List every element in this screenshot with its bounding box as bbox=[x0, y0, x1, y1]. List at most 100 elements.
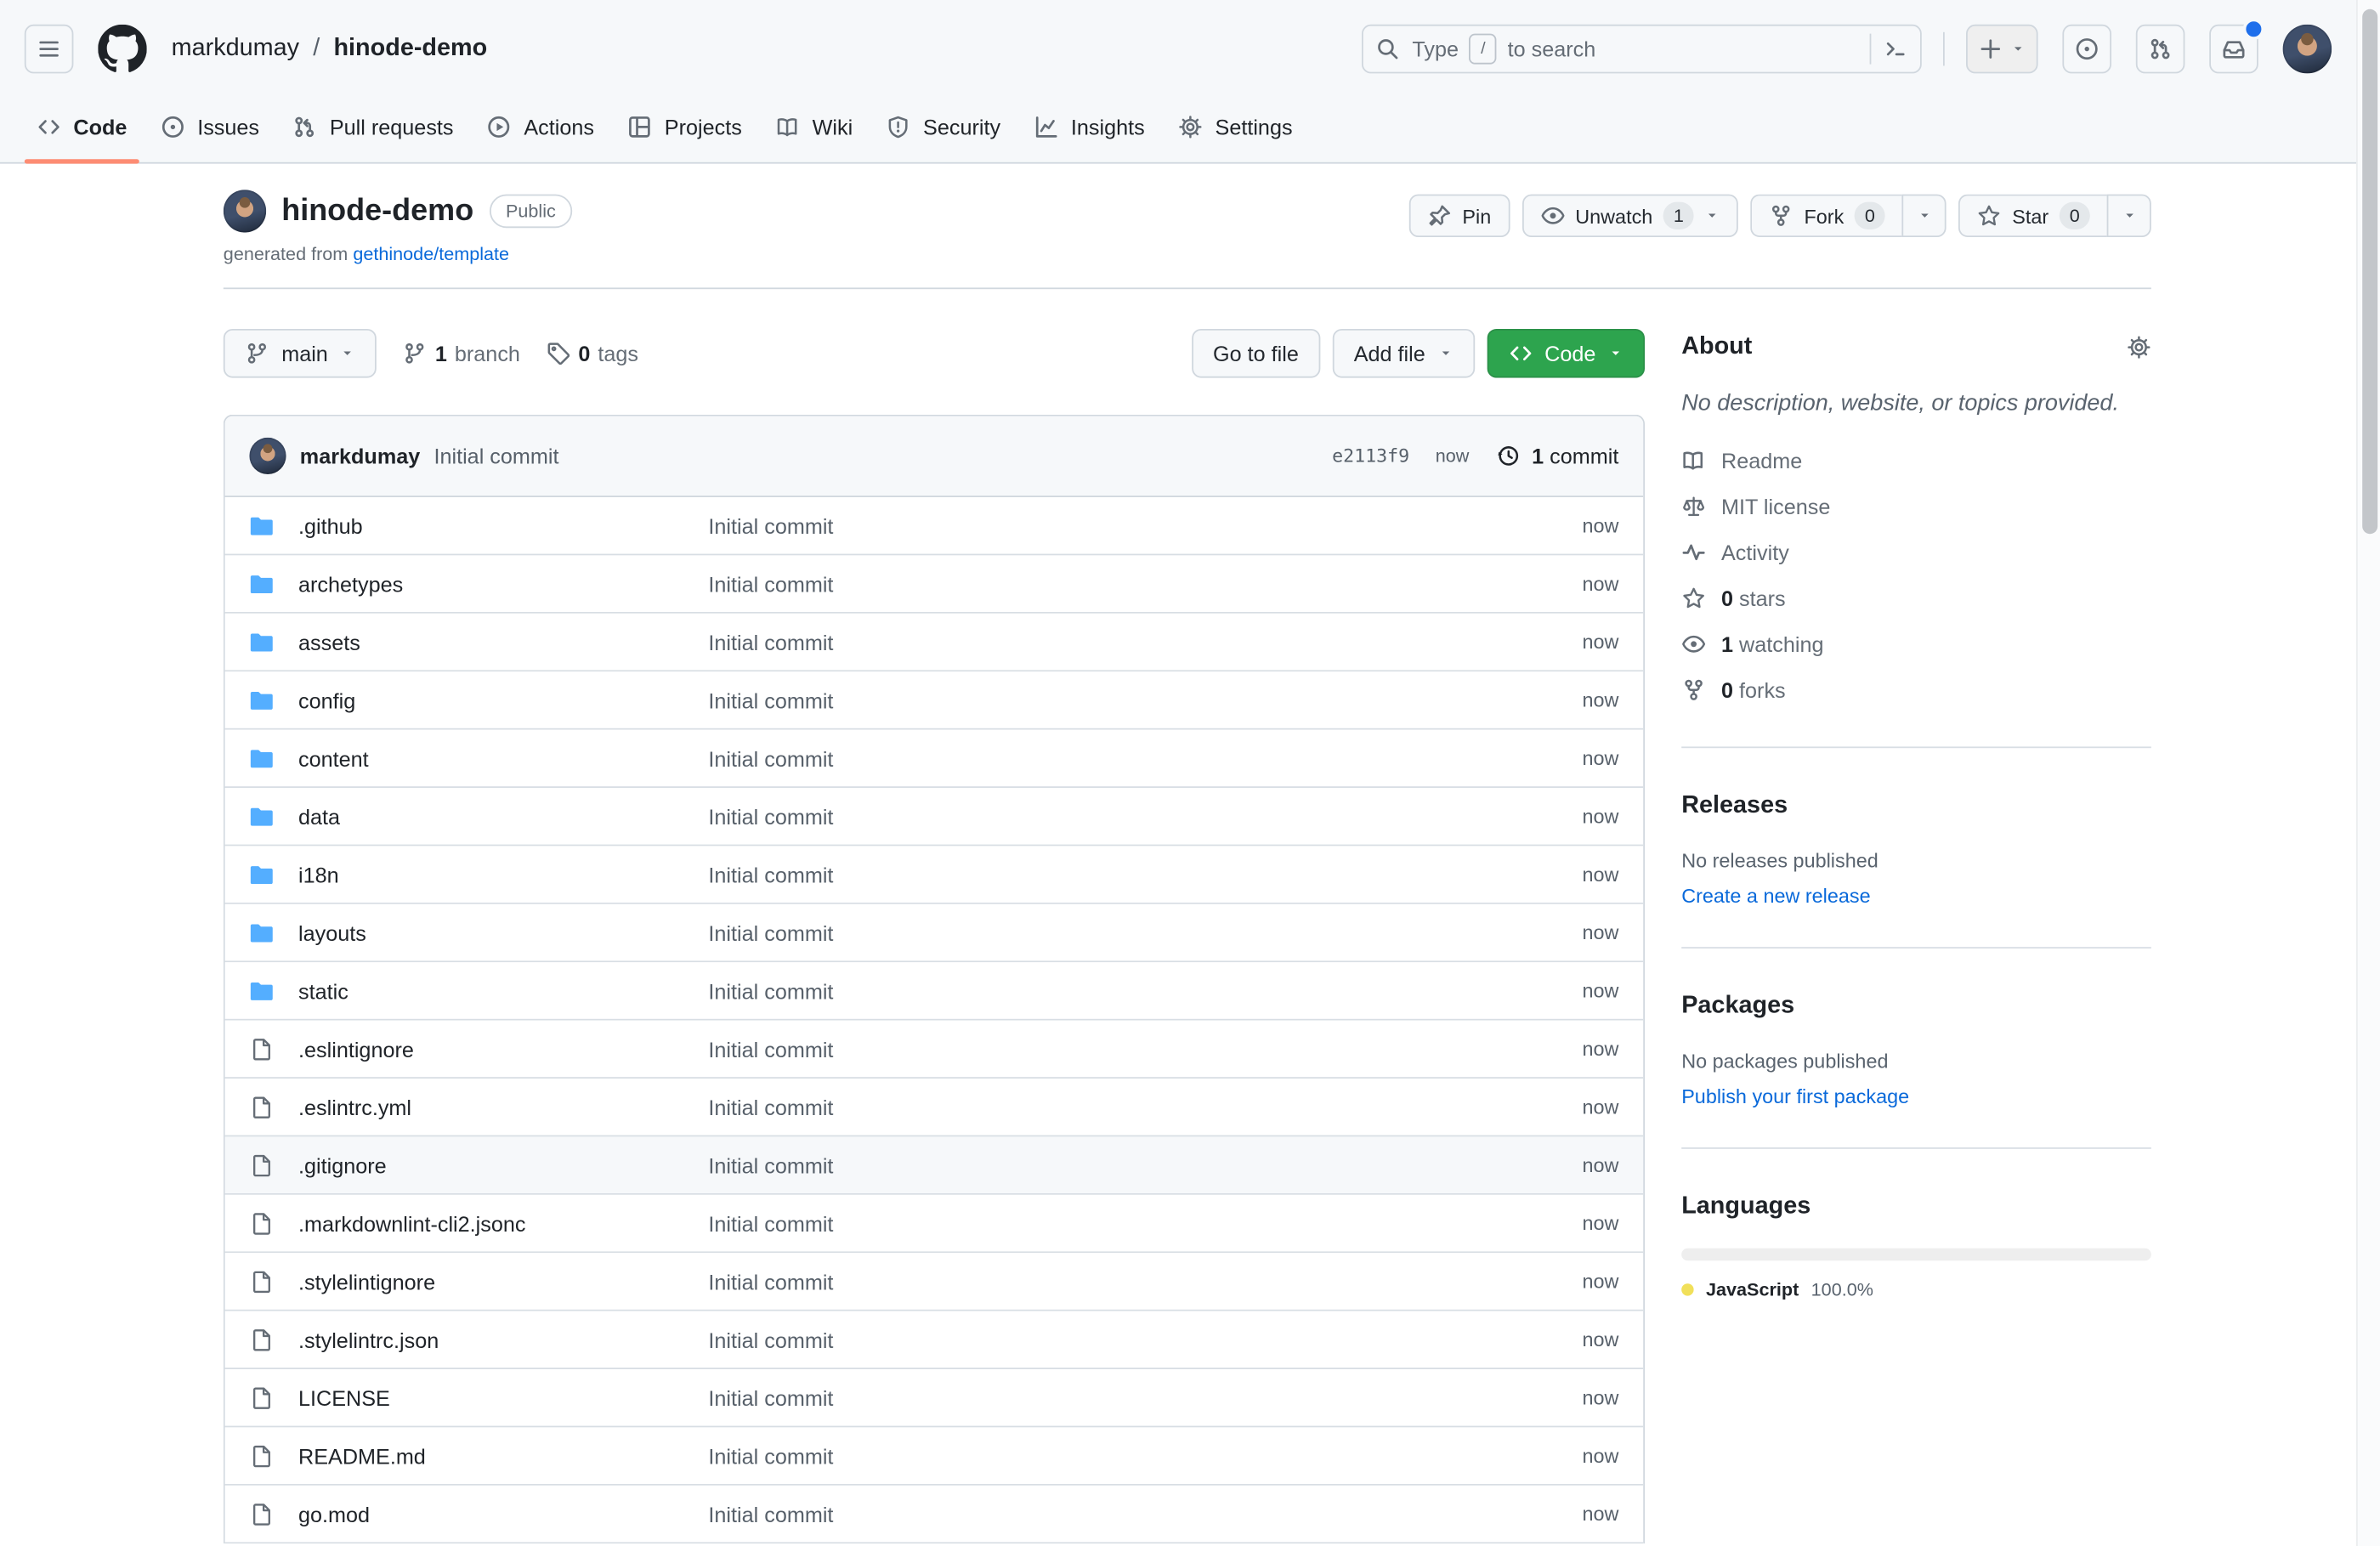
file-commit-message-link[interactable]: Initial commit bbox=[708, 1502, 1557, 1526]
file-name-link[interactable]: .stylelintignore bbox=[298, 1269, 684, 1294]
star-button[interactable]: Star 0 bbox=[1958, 195, 2106, 237]
file-age-link[interactable]: now bbox=[1582, 1096, 1618, 1118]
file-age-link[interactable]: now bbox=[1582, 514, 1618, 537]
table-row[interactable]: archetypes Initial commit now bbox=[225, 555, 1644, 613]
repo-nav-tab[interactable]: Wiki bbox=[763, 115, 865, 162]
file-name-link[interactable]: assets bbox=[298, 630, 684, 654]
branch-selector[interactable]: main bbox=[224, 329, 377, 378]
file-age-link[interactable]: now bbox=[1582, 1153, 1618, 1176]
command-palette-button[interactable] bbox=[1870, 34, 1908, 65]
file-name-link[interactable]: LICENSE bbox=[298, 1385, 684, 1410]
branches-link[interactable]: 1 branch bbox=[403, 341, 520, 365]
repo-nav-tab[interactable]: Actions bbox=[475, 115, 607, 162]
file-commit-message-link[interactable]: Initial commit bbox=[708, 978, 1557, 1003]
file-commit-message-link[interactable]: Initial commit bbox=[708, 804, 1557, 829]
scrollbar-thumb[interactable] bbox=[2362, 9, 2377, 534]
about-item[interactable]: Readme bbox=[1681, 444, 2151, 478]
tags-link[interactable]: 0 tags bbox=[547, 341, 638, 365]
file-name-link[interactable]: go.mod bbox=[298, 1502, 684, 1526]
about-item[interactable]: 1 watching bbox=[1681, 627, 2151, 661]
file-name-link[interactable]: archetypes bbox=[298, 571, 684, 596]
table-row[interactable]: go.mod Initial commit now bbox=[225, 1486, 1644, 1543]
file-commit-message-link[interactable]: Initial commit bbox=[708, 1328, 1557, 1352]
file-name-link[interactable]: layouts bbox=[298, 920, 684, 945]
page-scrollbar[interactable] bbox=[2356, 0, 2380, 1546]
file-name-link[interactable]: .eslintrc.yml bbox=[298, 1095, 684, 1119]
table-row[interactable]: .stylelintrc.json Initial commit now bbox=[225, 1311, 1644, 1369]
star-dropdown-button[interactable] bbox=[2107, 195, 2151, 237]
publish-package-link[interactable]: Publish your first package bbox=[1681, 1084, 2151, 1107]
file-age-link[interactable]: now bbox=[1582, 688, 1618, 711]
table-row[interactable]: content Initial commit now bbox=[225, 730, 1644, 788]
table-row[interactable]: LICENSE Initial commit now bbox=[225, 1369, 1644, 1427]
commit-sha-link[interactable]: e2113f9 bbox=[1332, 445, 1409, 467]
file-commit-message-link[interactable]: Initial commit bbox=[708, 1037, 1557, 1062]
template-link[interactable]: gethinode/template bbox=[353, 243, 509, 264]
file-age-link[interactable]: now bbox=[1582, 1444, 1618, 1467]
file-age-link[interactable]: now bbox=[1582, 921, 1618, 944]
repo-nav-tab[interactable]: Security bbox=[874, 115, 1012, 162]
fork-dropdown-button[interactable] bbox=[1902, 195, 1946, 237]
file-age-link[interactable]: now bbox=[1582, 572, 1618, 595]
file-commit-message-link[interactable]: Initial commit bbox=[708, 1385, 1557, 1410]
fork-button[interactable]: Fork 0 bbox=[1750, 195, 1901, 237]
file-name-link[interactable]: .gitignore bbox=[298, 1152, 684, 1177]
file-age-link[interactable]: now bbox=[1582, 1386, 1618, 1409]
file-commit-message-link[interactable]: Initial commit bbox=[708, 513, 1557, 538]
create-release-link[interactable]: Create a new release bbox=[1681, 884, 2151, 907]
file-name-link[interactable]: content bbox=[298, 746, 684, 771]
hamburger-menu-button[interactable] bbox=[25, 25, 74, 74]
table-row[interactable]: .github Initial commit now bbox=[225, 497, 1644, 555]
table-row[interactable]: .markdownlint-cli2.jsonc Initial commit … bbox=[225, 1195, 1644, 1253]
file-age-link[interactable]: now bbox=[1582, 1328, 1618, 1351]
pin-button[interactable]: Pin bbox=[1408, 195, 1509, 237]
table-row[interactable]: assets Initial commit now bbox=[225, 614, 1644, 671]
file-age-link[interactable]: now bbox=[1582, 631, 1618, 654]
file-commit-message-link[interactable]: Initial commit bbox=[708, 746, 1557, 771]
file-name-link[interactable]: data bbox=[298, 804, 684, 829]
table-row[interactable]: .eslintignore Initial commit now bbox=[225, 1021, 1644, 1079]
table-row[interactable]: .stylelintignore Initial commit now bbox=[225, 1253, 1644, 1311]
file-commit-message-link[interactable]: Initial commit bbox=[708, 688, 1557, 712]
about-item[interactable]: MIT license bbox=[1681, 490, 2151, 524]
commit-message-link[interactable]: Initial commit bbox=[434, 444, 558, 468]
file-age-link[interactable]: now bbox=[1582, 805, 1618, 828]
breadcrumb-owner-link[interactable]: markdumay bbox=[172, 35, 299, 62]
table-row[interactable]: .eslintrc.yml Initial commit now bbox=[225, 1079, 1644, 1136]
repo-nav-tab[interactable]: Settings bbox=[1166, 115, 1305, 162]
edit-repo-details-button[interactable] bbox=[2127, 335, 2151, 360]
file-commit-message-link[interactable]: Initial commit bbox=[708, 862, 1557, 886]
file-age-link[interactable]: now bbox=[1582, 1037, 1618, 1060]
file-age-link[interactable]: now bbox=[1582, 979, 1618, 1002]
file-commit-message-link[interactable]: Initial commit bbox=[708, 920, 1557, 945]
commit-author-link[interactable]: markdumay bbox=[300, 444, 420, 468]
table-row[interactable]: data Initial commit now bbox=[225, 788, 1644, 846]
about-item[interactable]: 0 stars bbox=[1681, 581, 2151, 615]
file-age-link[interactable]: now bbox=[1582, 1270, 1618, 1293]
file-age-link[interactable]: now bbox=[1582, 863, 1618, 886]
repo-nav-tab[interactable]: Code bbox=[25, 115, 139, 162]
unwatch-button[interactable]: Unwatch 1 bbox=[1522, 195, 1738, 237]
create-new-button[interactable] bbox=[1966, 25, 2038, 74]
goto-file-button[interactable]: Go to file bbox=[1192, 329, 1320, 378]
file-commit-message-link[interactable]: Initial commit bbox=[708, 1095, 1557, 1119]
issues-dashboard-button[interactable] bbox=[2062, 25, 2111, 74]
file-age-link[interactable]: now bbox=[1582, 1212, 1618, 1235]
file-commit-message-link[interactable]: Initial commit bbox=[708, 1211, 1557, 1236]
code-download-button[interactable]: Code bbox=[1487, 329, 1645, 378]
breadcrumb-repo-link[interactable]: hinode-demo bbox=[333, 35, 487, 62]
file-commit-message-link[interactable]: Initial commit bbox=[708, 1269, 1557, 1294]
github-logo[interactable] bbox=[98, 25, 147, 74]
file-name-link[interactable]: .stylelintrc.json bbox=[298, 1328, 684, 1352]
file-commit-message-link[interactable]: Initial commit bbox=[708, 630, 1557, 654]
file-name-link[interactable]: static bbox=[298, 978, 684, 1003]
file-commit-message-link[interactable]: Initial commit bbox=[708, 571, 1557, 596]
repo-nav-tab[interactable]: Insights bbox=[1022, 115, 1157, 162]
add-file-button[interactable]: Add file bbox=[1332, 329, 1474, 378]
file-name-link[interactable]: README.md bbox=[298, 1443, 684, 1468]
file-name-link[interactable]: config bbox=[298, 688, 684, 712]
file-name-link[interactable]: .github bbox=[298, 513, 684, 538]
file-age-link[interactable]: now bbox=[1582, 746, 1618, 769]
about-item[interactable]: 0 forks bbox=[1681, 673, 2151, 707]
table-row[interactable]: i18n Initial commit now bbox=[225, 846, 1644, 903]
